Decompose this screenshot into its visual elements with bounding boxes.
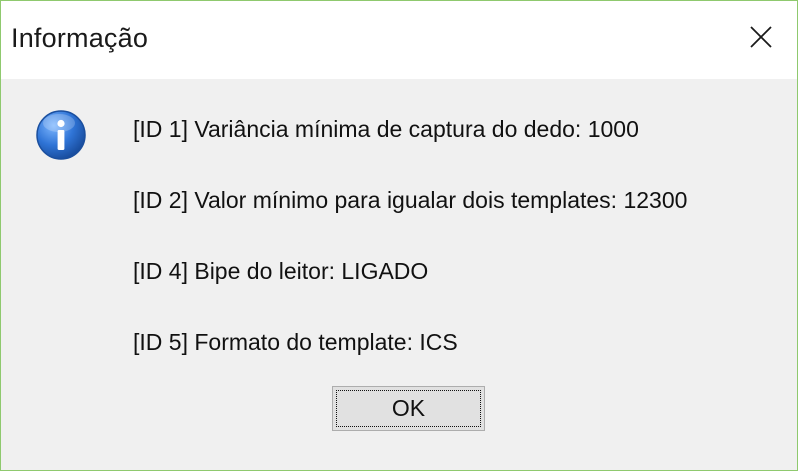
message-line-4: [ID 5] Formato do template: ICS [133,329,458,355]
message-line-1: [ID 1] Variância mínima de captura do de… [133,116,639,142]
close-button[interactable] [725,1,797,73]
close-icon [750,26,772,48]
info-icon [36,110,86,160]
window-title: Informação [11,23,149,53]
message-line-3: [ID 4] Bipe do leitor: LIGADO [133,258,429,284]
dialog-body: [ID 1] Variância mínima de captura do de… [1,79,797,470]
title-bar[interactable]: Informação [1,1,797,79]
ok-button-label: OK [391,395,426,421]
message-dialog: Informação [ID 1] Variância mínima de ca… [0,0,798,471]
message-line-2: [ID 2] Valor mínimo para igualar dois te… [133,187,688,213]
ok-button[interactable]: OK [332,386,485,431]
